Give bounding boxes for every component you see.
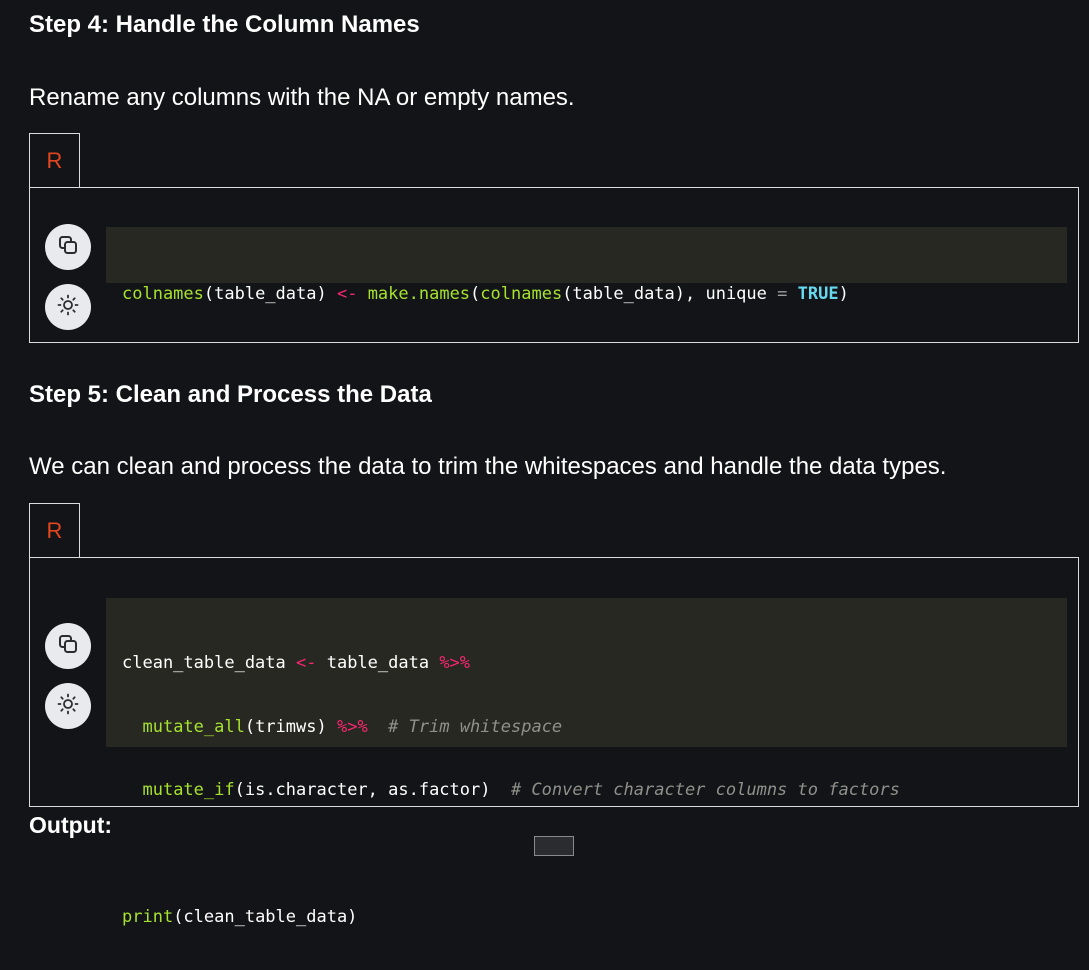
code-line: print(clean_table_data) [122,907,358,927]
code-line: mutate_if(is.character, as.factor) # Con… [142,780,900,800]
output-label: Output: [29,812,113,838]
step-4-description: Rename any columns with the NA or empty … [29,84,575,111]
step-4-heading: Step 4: Handle the Column Names [29,11,420,38]
output-preview-box [534,836,574,856]
sun-icon [56,692,80,721]
code-area[interactable]: colnames(table_data) <- make.names(colna… [106,227,1067,304]
copy-button[interactable] [45,224,91,270]
code-block-step-4: colnames(table_data) <- make.names(colna… [29,187,1079,343]
code-line: colnames(table_data) <- make.names(colna… [122,284,849,304]
language-tab-r[interactable]: R [29,503,80,557]
code-line: clean_table_data <- table_data %>% [122,653,471,673]
code-block-step-5: clean_table_data <- table_data %>% mutat… [29,557,1079,927]
language-tab-r[interactable]: R [29,133,80,187]
theme-toggle-button[interactable] [45,284,91,330]
step-5-description: We can clean and process the data to tri… [29,453,947,480]
theme-toggle-button[interactable] [45,683,91,729]
code-area[interactable]: clean_table_data <- table_data %>% mutat… [106,598,1067,927]
step-5-heading: Step 5: Clean and Process the Data [29,381,432,408]
copy-button[interactable] [45,623,91,669]
copy-icon [57,234,79,261]
copy-icon [57,633,79,660]
code-line: mutate_all(trimws) %>% # Trim whitespace [142,716,563,737]
sun-icon [56,293,80,322]
